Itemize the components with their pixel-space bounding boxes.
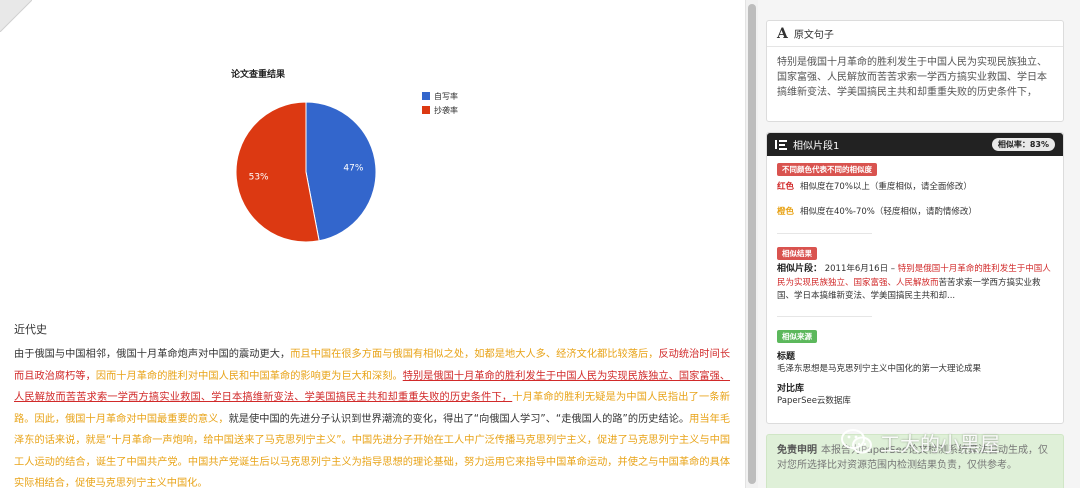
divider: [777, 233, 872, 234]
fragment-date: 2011年6月16日: [824, 264, 889, 274]
original-sentence-title: 原文句子: [793, 30, 834, 41]
report-segment-orange: 因而十月革命的胜利对中国人民和中国革命的影响更为巨大和深刻。: [95, 370, 403, 382]
library-value: PaperSee云数据库: [777, 396, 851, 406]
font-a-icon: A: [777, 25, 788, 42]
report-segment-normal: 由于俄国与中国相邻，俄国十月革命炮声对中国的震动更大，: [14, 349, 291, 360]
legend-orange-row: 橙色 相似度在40%-70%（轻度相似，请酌情修改）: [777, 205, 977, 217]
similar-fragment-title: 相似片段1: [793, 141, 840, 152]
pie-slice-0: [305, 101, 377, 242]
section-heading: 近代史: [14, 323, 47, 336]
legend-swatch: [422, 92, 430, 100]
divider: [777, 316, 872, 317]
pie-slice-label: 53%: [249, 172, 269, 182]
report-segment-orange: 因此，俄国十月革命对中国最重要的意义，: [34, 413, 229, 425]
chart-title: 论文查重结果: [231, 68, 286, 80]
legend-red-label: 红色: [777, 182, 795, 192]
legend-label: 自写率: [434, 91, 458, 101]
page-fold-icon: [0, 0, 32, 32]
legend-red-desc: 相似度在70%以上（重度相似，请全面修改）: [800, 182, 972, 192]
report-pane: 论文查重结果 47% 53% 自写率抄袭率 近代史 由于俄国与中国相邻，俄国十月革…: [0, 0, 745, 488]
original-sentence-card: A 原文句子 特别是俄国十月革命的胜利发生于中国人民为实现民族独立、国家富强、人…: [766, 20, 1064, 122]
legend-label: 抄袭率: [434, 105, 458, 115]
watermark: 工大的小黑屋: [840, 424, 1070, 460]
fragment-label: 相似片段：: [777, 264, 823, 274]
watermark-text: 工大的小黑屋: [880, 431, 1000, 456]
fragment-dash: –: [890, 264, 896, 274]
original-sentence-text: 特别是俄国十月革命的胜利发生于中国人民为实现民族独立、国家富强、人民解放而苦苦求…: [777, 57, 1047, 98]
similarity-badge: 相似率：83%: [991, 138, 1055, 151]
source-title-label: 标题: [777, 352, 796, 362]
detail-panel: A 原文句子 特别是俄国十月革命的胜利发生于中国人民为实现民族独立、国家富强、人…: [758, 0, 1080, 488]
disclaimer-label: 免责申明: [777, 445, 817, 456]
color-legend-tag: 不同颜色代表不同的相似度: [777, 163, 877, 176]
vertical-scrollbar[interactable]: [745, 0, 758, 488]
scrollbar-thumb[interactable]: [748, 4, 756, 484]
align-bars-icon: [775, 139, 787, 150]
similar-fragment-card: 相似片段1 相似率：83% 不同颜色代表不同的相似度 红色 相似度在70%以上（重…: [766, 132, 1064, 424]
wechat-icon: [841, 429, 872, 454]
legend-swatch: [422, 106, 430, 114]
similar-source-tag: 相似来源: [777, 330, 817, 343]
pie-chart-svg: 论文查重结果 47% 53% 自写率抄袭率: [231, 68, 458, 243]
report-segment-normal: 就是使中国的先进分子认识到世界潮流的变化，得出了“向俄国人学习”、“走俄国人的路…: [228, 413, 690, 425]
report-segment-orange: 而且中国在很多方面与俄国有相似之处，如都是地大人多、经济文化都比较落后，: [290, 349, 659, 360]
legend-orange-desc: 相似度在40%-70%（轻度相似，请酌情修改）: [800, 207, 977, 217]
library-label: 对比库: [777, 384, 805, 394]
source-title-value: 毛泽东思想是马克思列宁主义中国化的第一大理论成果: [777, 364, 982, 374]
original-sentence-header: A 原文句子: [767, 21, 1063, 47]
similar-result-tag: 相似结果: [777, 247, 817, 260]
report-body: 由于俄国与中国相邻，俄国十月革命炮声对中国的震动更大，而且中国在很多方面与俄国有…: [14, 344, 730, 488]
report-segment-orange: 中国先进分子开始在工人中广泛传播马克思列宁主义，: [351, 435, 598, 446]
legend-orange-label: 橙色: [777, 207, 795, 217]
pie-chart: 论文查重结果 47% 53% 自写率抄袭率: [200, 60, 500, 260]
pie-slice-label: 47%: [343, 164, 363, 174]
similar-fragment-header[interactable]: 相似片段1 相似率：83%: [767, 133, 1063, 156]
similar-fragment-text: 相似片段： 2011年6月16日 – 特别是俄国十月革命的胜利发生于中国人民为实…: [777, 263, 1057, 304]
legend-red-row: 红色 相似度在70%以上（重度相似，请全面修改）: [777, 180, 972, 192]
